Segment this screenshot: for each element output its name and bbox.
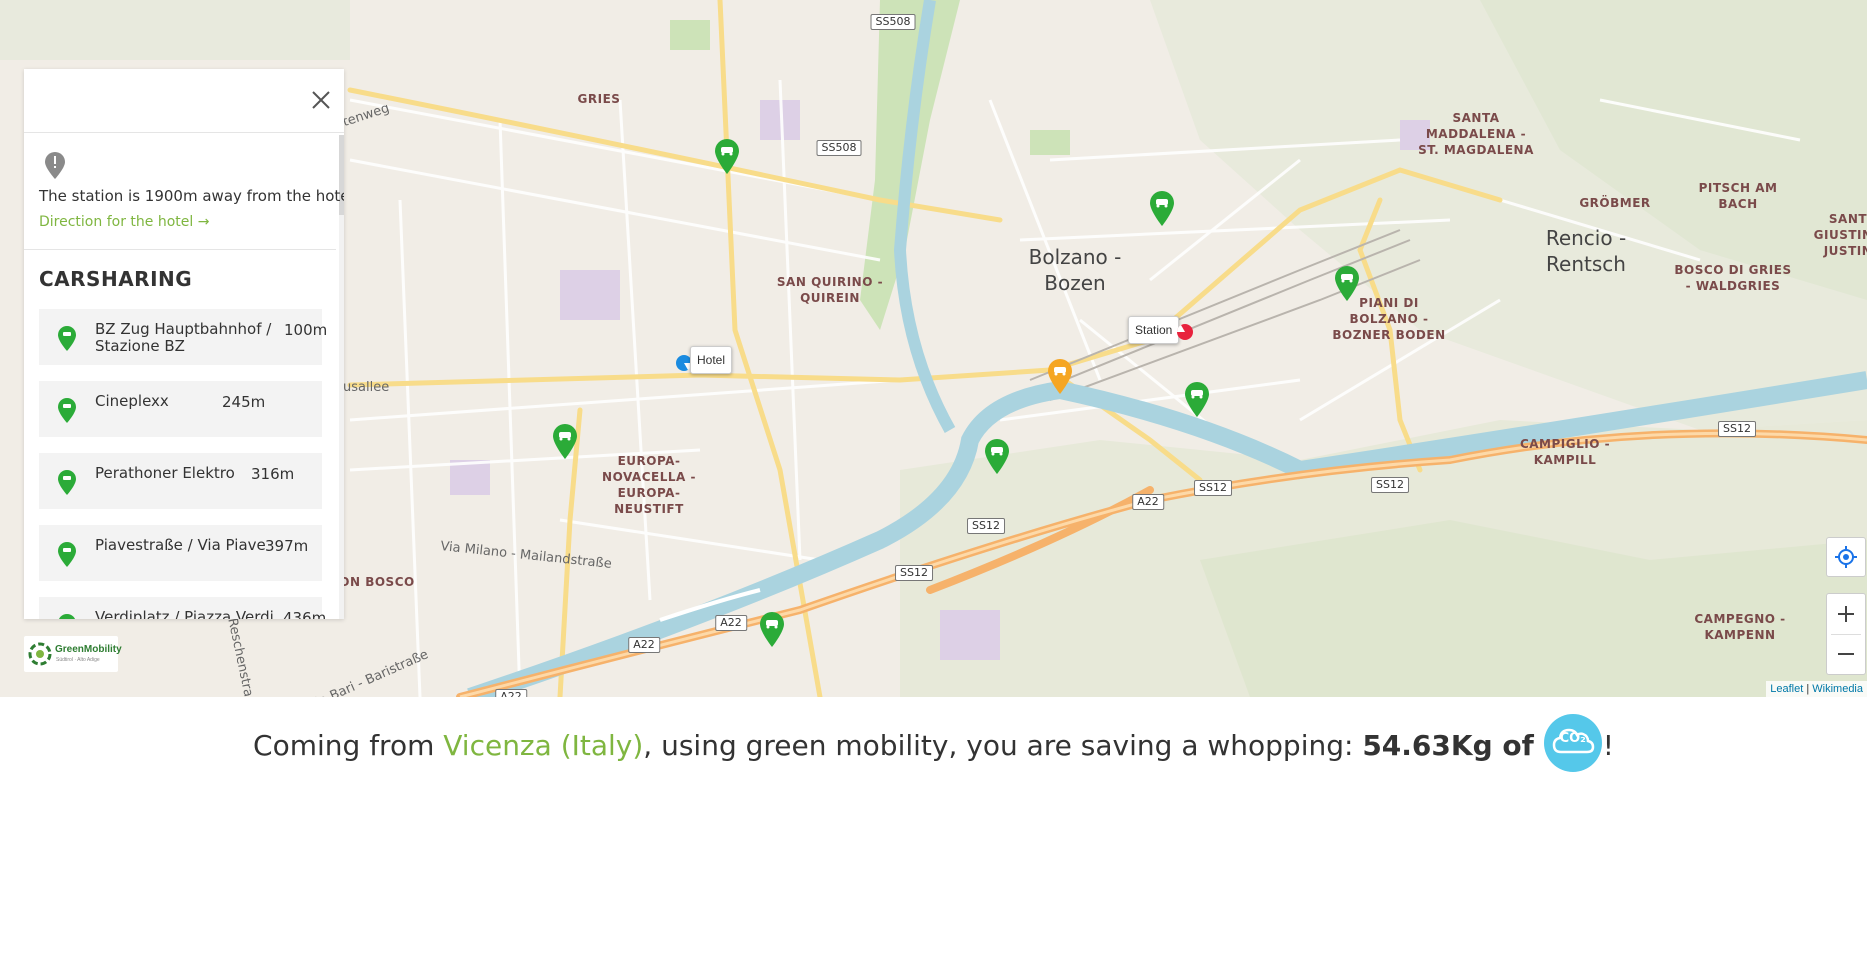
list-item[interactable]: Piavestraße / Via Piave 397m <box>39 525 322 581</box>
logo-subtitle: Südtirol · Alto Adige <box>56 657 100 663</box>
zoom-control <box>1826 593 1866 675</box>
item-distance: 245m <box>222 393 266 411</box>
distance-info-text: The station is 1900m away from the hotel… <box>39 187 344 205</box>
section-title: CARSHARING <box>39 267 193 291</box>
city-label: Rencio - Rentsch <box>1545 226 1627 276</box>
map[interactable]: GRIES SAN QUIRINO - QUIREIN EUROPA- NOVA… <box>0 0 1867 697</box>
carsharing-marker-icon[interactable] <box>1147 189 1177 227</box>
origin-city: Vicenza (Italy) <box>443 729 644 762</box>
place-label: GRIES <box>577 92 621 106</box>
place-label: CAMPIGLIO - KAMPILL <box>1519 437 1611 467</box>
carsharing-pin-icon <box>58 326 76 351</box>
hotel-tooltip: Hotel <box>690 346 733 374</box>
item-distance: 100m <box>284 321 328 339</box>
place-label: SAN QUIRINO - QUIREIN <box>776 275 884 305</box>
place-label: CAMPEGNO - KAMPENN <box>1694 612 1786 642</box>
divider <box>24 249 336 250</box>
wikimedia-link[interactable]: Wikimedia <box>1812 683 1863 695</box>
carsharing-pin-icon <box>58 614 76 619</box>
list-item[interactable]: BZ Zug Hauptbahnhof / Stazione BZ 100m <box>39 309 327 365</box>
road-shield: SS508 <box>870 14 916 30</box>
city-label: Bolzano - Bozen <box>1028 245 1122 295</box>
road-shield: SS508 <box>816 140 862 156</box>
close-icon[interactable] <box>310 89 332 111</box>
item-name: BZ Zug Hauptbahnhof / Stazione BZ <box>95 320 272 355</box>
place-label: EUROPA- NOVACELLA - EUROPA- NEUSTIFT <box>602 454 696 516</box>
locate-button[interactable] <box>1826 537 1866 577</box>
place-label: GRÖBMER <box>1579 196 1651 210</box>
carsharing-pin-icon <box>58 542 76 567</box>
carsharing-pin-icon <box>58 398 76 423</box>
co2-savings-banner: Coming from Vicenza (Italy), using green… <box>0 714 1867 776</box>
street-label: usallee <box>343 380 390 395</box>
footer-prefix: Coming from <box>253 729 444 762</box>
road-shield: A22 <box>715 615 747 631</box>
item-distance: 397m <box>265 537 309 555</box>
carsharing-marker-icon[interactable] <box>982 437 1012 475</box>
place-label: ON BOSCO <box>339 575 415 589</box>
item-name: Verdiplatz / Piazza Verdi <box>95 608 274 620</box>
list-item[interactable]: Verdiplatz / Piazza Verdi 436m <box>39 597 326 620</box>
carsharing-marker-icon[interactable] <box>712 137 742 175</box>
road-shield: A22 <box>628 637 660 653</box>
place-label: SANTA MADDALENA - ST. MAGDALENA <box>1418 111 1534 157</box>
charging-station-marker-icon[interactable] <box>1045 357 1075 395</box>
place-label: SANT GIUSTINA JUSTIN <box>1813 212 1867 258</box>
divider <box>24 132 344 133</box>
road-shield: A22 <box>1132 494 1164 510</box>
co2-amount: 54.63Kg of <box>1362 729 1534 762</box>
leaflet-link[interactable]: Leaflet <box>1770 683 1803 695</box>
item-name: Perathoner Elektro <box>95 464 235 482</box>
road-shield: A22 <box>495 689 527 697</box>
zoom-out-icon[interactable] <box>1836 644 1856 664</box>
list-item[interactable]: Cineplexx 245m <box>39 381 322 437</box>
footer-suffix: ! <box>1602 729 1614 762</box>
co2-label: CO₂ <box>1559 731 1586 746</box>
carsharing-marker-icon[interactable] <box>1332 264 1362 302</box>
crosshair-icon <box>1835 546 1857 568</box>
greenmobility-logo[interactable]: GreenMobility Südtirol · Alto Adige <box>24 636 122 672</box>
road-shield: SS12 <box>1718 421 1756 437</box>
item-distance: 316m <box>251 465 295 483</box>
road-shield: SS12 <box>895 565 933 581</box>
carsharing-marker-icon[interactable] <box>757 610 787 648</box>
logo-title: GreenMobility <box>55 644 122 655</box>
place-label: PIANI DI BOLZANO - BOZNER BODEN <box>1332 296 1446 342</box>
zoom-in-icon[interactable] <box>1836 604 1856 624</box>
station-marker-icon[interactable] <box>1176 323 1194 341</box>
item-name: Cineplexx <box>95 392 169 410</box>
footer-middle: , using green mobility, you are saving a… <box>643 729 1363 762</box>
item-distance: 436m <box>283 609 327 619</box>
place-label: BOSCO DI GRIES - WALDGRIES <box>1674 263 1792 293</box>
road-shield: SS12 <box>1371 477 1409 493</box>
road-shield: SS12 <box>967 518 1005 534</box>
place-label: PITSCH AM BACH <box>1698 181 1778 211</box>
road-shield: SS12 <box>1194 480 1232 496</box>
info-panel: The station is 1900m away from the hotel… <box>24 69 344 619</box>
carsharing-pin-icon <box>58 470 76 495</box>
direction-for-hotel-link[interactable]: Direction for the hotel → <box>39 214 209 230</box>
carsharing-marker-icon[interactable] <box>550 422 580 460</box>
co2-cloud-icon: CO₂ <box>1543 714 1602 772</box>
list-item[interactable]: Perathoner Elektro 316m <box>39 453 322 509</box>
station-tooltip: Station <box>1128 316 1180 344</box>
greenmobility-logo-icon <box>28 642 52 666</box>
attribution: Leaflet | Wikimedia <box>1766 681 1867 697</box>
exclamation-pin-icon <box>45 152 65 179</box>
carsharing-marker-icon[interactable] <box>1182 380 1212 418</box>
item-name: Piavestraße / Via Piave <box>95 536 266 554</box>
attribution-separator: | <box>1803 683 1813 695</box>
